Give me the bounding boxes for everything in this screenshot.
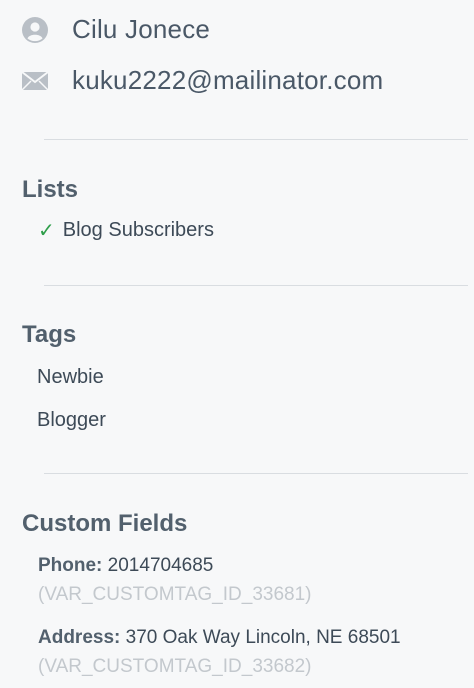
custom-field-value: 2014704685 <box>107 555 214 576</box>
tag-newbie[interactable]: Newbie <box>37 366 104 389</box>
list-item[interactable]: ✓ Blog Subscribers <box>38 219 214 242</box>
custom-field-address: Address: 370 Oak Way Lincoln, NE 68501 <box>38 627 401 649</box>
custom-field-value: 370 Oak Way Lincoln, NE 68501 <box>125 627 401 648</box>
custom-field-label: Address: <box>38 627 121 648</box>
custom-field-label: Phone: <box>38 555 103 576</box>
list-item-label: Blog Subscribers <box>62 219 214 241</box>
contact-email[interactable]: kuku2222@mailinator.com <box>72 65 383 96</box>
divider <box>44 473 468 474</box>
custom-fields-heading: Custom Fields <box>22 510 188 537</box>
check-icon: ✓ <box>38 219 55 242</box>
tags-heading: Tags <box>22 321 77 348</box>
user-icon <box>20 15 50 45</box>
contact-email-row: kuku2222@mailinator.com <box>20 65 383 96</box>
custom-field-var: (VAR_CUSTOMTAG_ID_33682) <box>38 656 312 677</box>
contact-name: Cilu Jonece <box>72 14 211 44</box>
tag-blogger[interactable]: Blogger <box>37 409 106 432</box>
custom-field-var: (VAR_CUSTOMTAG_ID_33681) <box>38 584 312 605</box>
envelope-icon <box>20 66 50 96</box>
custom-field-phone: Phone: 2014704685 <box>38 555 213 577</box>
divider <box>44 285 468 286</box>
divider <box>44 139 468 140</box>
contact-name-row: Cilu Jonece <box>20 14 210 45</box>
lists-heading: Lists <box>22 176 79 203</box>
